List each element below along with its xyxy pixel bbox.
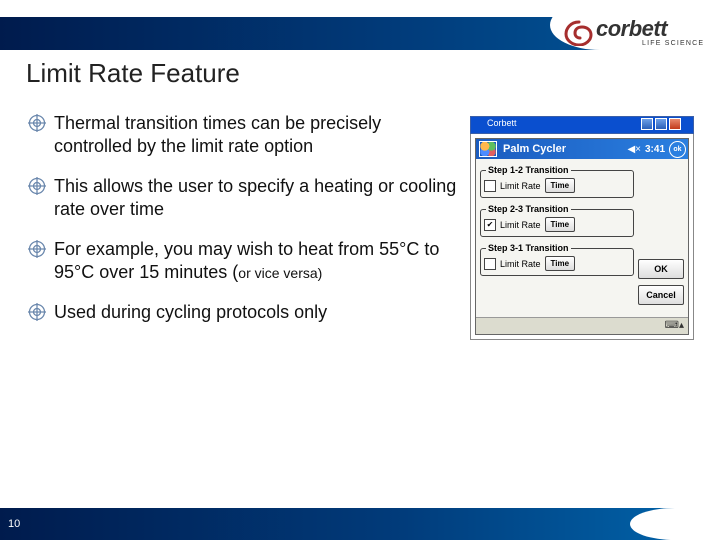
logo-swirl-icon <box>564 20 594 46</box>
group-legend: Step 1-2 Transition <box>486 165 571 175</box>
windows-flag-icon[interactable] <box>479 141 497 157</box>
pda-device: Palm Cycler ◀× 3:41 ok Step 1-2 Transiti… <box>475 138 689 335</box>
bullet-item: Used during cycling protocols only <box>28 301 458 324</box>
target-bullet-icon <box>28 114 46 132</box>
maximize-icon[interactable] <box>655 118 667 130</box>
footer-pill <box>630 508 720 540</box>
limit-rate-label: Limit Rate <box>500 259 541 269</box>
brand-logo: corbett LIFE SCIENCE <box>552 18 712 48</box>
page-number: 10 <box>8 518 20 530</box>
time-button[interactable]: Time <box>545 217 576 232</box>
speaker-icon[interactable]: ◀× <box>627 144 641 155</box>
cancel-button[interactable]: Cancel <box>638 285 684 305</box>
pda-clock: 3:41 <box>645 144 665 155</box>
pda-ok-circle-button[interactable]: ok <box>669 141 686 158</box>
pda-window-screenshot: Corbett Palm Cycler ◀× 3:41 ok <box>470 116 694 340</box>
bullet-text: This allows the user to specify a heatin… <box>54 175 458 220</box>
ok-button[interactable]: OK <box>638 259 684 279</box>
bullet-item: For example, you may wish to heat from 5… <box>28 238 458 283</box>
keyboard-icon[interactable]: ⌨▴ <box>665 320 684 331</box>
bullet-item: Thermal transition times can be precisel… <box>28 112 458 157</box>
time-button[interactable]: Time <box>545 178 576 193</box>
group-step-2-3: Step 2-3 Transition Limit Rate Time <box>480 204 634 237</box>
pda-footer-bar: ⌨▴ <box>476 317 688 334</box>
bullet-text: Used during cycling protocols only <box>54 301 327 324</box>
window-titlebar: Corbett <box>470 116 694 134</box>
slide-title: Limit Rate Feature <box>26 58 240 89</box>
group-step-1-2: Step 1-2 Transition Limit Rate Time <box>480 165 634 198</box>
group-step-3-1: Step 3-1 Transition Limit Rate Time <box>480 243 634 276</box>
close-icon[interactable] <box>669 118 681 130</box>
limit-rate-checkbox[interactable] <box>484 258 496 270</box>
group-legend: Step 3-1 Transition <box>486 243 571 253</box>
group-legend: Step 2-3 Transition <box>486 204 571 214</box>
target-bullet-icon <box>28 303 46 321</box>
limit-rate-checkbox[interactable] <box>484 180 496 192</box>
logo-brand-text: corbett <box>596 16 667 42</box>
time-button[interactable]: Time <box>545 256 576 271</box>
limit-rate-checkbox[interactable] <box>484 219 496 231</box>
bullet-item: This allows the user to specify a heatin… <box>28 175 458 220</box>
limit-rate-label: Limit Rate <box>500 181 541 191</box>
bullet-text: For example, you may wish to heat from 5… <box>54 238 458 283</box>
target-bullet-icon <box>28 177 46 195</box>
limit-rate-label: Limit Rate <box>500 220 541 230</box>
pda-app-title: Palm Cycler <box>503 143 566 155</box>
window-title-text: Corbett <box>487 118 517 128</box>
target-bullet-icon <box>28 240 46 258</box>
footer-band: 10 <box>0 508 720 540</box>
pda-top-bar: Palm Cycler ◀× 3:41 ok <box>476 139 688 159</box>
minimize-icon[interactable] <box>641 118 653 130</box>
bullet-list: Thermal transition times can be precisel… <box>28 112 458 342</box>
bullet-text: Thermal transition times can be precisel… <box>54 112 458 157</box>
logo-subtitle: LIFE SCIENCE <box>642 40 704 47</box>
